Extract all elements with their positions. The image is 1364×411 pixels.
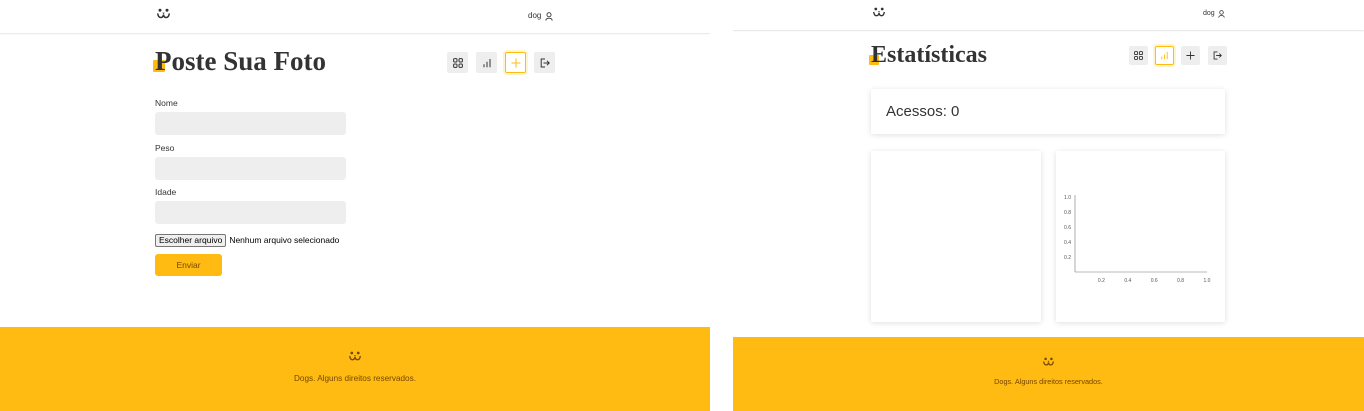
y-tick-label: 0.2 [1064, 255, 1071, 261]
name-label: Nome [155, 98, 178, 108]
grid-icon [452, 57, 463, 68]
nav-feed-button[interactable] [1129, 46, 1148, 65]
dog-logo-icon [873, 7, 885, 17]
logout-icon [1213, 51, 1222, 60]
page-title-wrap: Estatísticas [869, 42, 987, 68]
page-title-wrap: Poste Sua Foto [153, 46, 326, 76]
x-tick-label: 0.8 [1177, 278, 1184, 284]
user-icon [545, 11, 554, 21]
site-header: dog [0, 0, 710, 33]
page-title: Poste Sua Foto [155, 46, 326, 76]
statistics-screen: dog Estatísticas Acessos: 0 0.2 0.4 0.6 … [733, 0, 1364, 411]
age-label: Idade [155, 187, 177, 197]
grid-icon [1134, 51, 1143, 60]
bar-chart-card: 0.2 0.4 0.6 0.8 1.0 0.2 0.4 0.6 0.8 1.0 [1056, 151, 1225, 322]
submit-button[interactable]: Enviar [155, 254, 222, 276]
nav-stats-button[interactable] [1155, 46, 1174, 65]
nav-stats-button[interactable] [476, 52, 497, 73]
dog-logo-icon [157, 8, 170, 19]
account-link[interactable]: dog [1203, 9, 1225, 18]
nav-post-button[interactable] [505, 52, 526, 73]
file-status-text: Nenhum arquivo selecionado [229, 235, 340, 245]
logout-icon [540, 58, 550, 67]
nav-logout-button[interactable] [534, 52, 555, 73]
footer-copyright: Dogs. Alguns direitos reservados. [994, 377, 1103, 386]
dog-logo-icon [1043, 357, 1054, 366]
home-logo-link[interactable] [156, 8, 171, 20]
y-tick-label: 1.0 [1064, 195, 1071, 201]
footer-copyright: Dogs. Alguns direitos reservados. [294, 374, 416, 383]
site-header: dog [733, 0, 1364, 30]
x-tick-label: 0.6 [1151, 278, 1158, 284]
weight-input[interactable] [155, 157, 346, 180]
site-footer: Dogs. Alguns direitos reservados. [733, 337, 1364, 411]
nav-feed-button[interactable] [447, 52, 468, 73]
nav-logout-button[interactable] [1208, 46, 1227, 65]
plus-icon [511, 58, 520, 67]
home-logo-link[interactable] [872, 7, 886, 18]
file-picker: Escolher arquivo Nenhum arquivo selecion… [155, 233, 340, 247]
accesses-card: Acessos: 0 [871, 89, 1225, 134]
x-tick-label: 1.0 [1204, 278, 1211, 284]
accesses-label: Acessos: [886, 103, 947, 120]
bar-chart-icon [483, 58, 490, 67]
x-tick-label: 0.2 [1098, 278, 1105, 284]
accesses-count: 0 [951, 103, 960, 120]
user-icon [1217, 9, 1225, 18]
post-photo-screen: dog Poste Sua Foto Nome Peso Idade Escol… [0, 0, 710, 411]
y-tick-label: 0.6 [1064, 225, 1071, 231]
account-link[interactable]: dog [528, 11, 554, 21]
age-input[interactable] [155, 201, 346, 224]
weight-label: Peso [155, 143, 175, 153]
name-input[interactable] [155, 112, 346, 135]
y-tick-label: 0.8 [1064, 210, 1071, 216]
dog-logo-icon [349, 351, 361, 361]
pie-chart-card [871, 151, 1041, 322]
page-title: Estatísticas [871, 42, 987, 68]
bar-chart-icon [1161, 51, 1168, 60]
choose-file-button[interactable]: Escolher arquivo [155, 233, 227, 247]
x-tick-label: 0.4 [1124, 278, 1131, 284]
stats-chart: 0.2 0.4 0.6 0.8 1.0 0.2 0.4 0.6 0.8 1.0 [1064, 195, 1211, 284]
username: dog [1203, 10, 1215, 17]
username: dog [528, 11, 542, 20]
nav-post-button[interactable] [1181, 46, 1200, 65]
y-tick-label: 0.4 [1064, 240, 1071, 246]
plus-icon [1186, 51, 1195, 60]
site-footer: Dogs. Alguns direitos reservados. [0, 327, 710, 411]
